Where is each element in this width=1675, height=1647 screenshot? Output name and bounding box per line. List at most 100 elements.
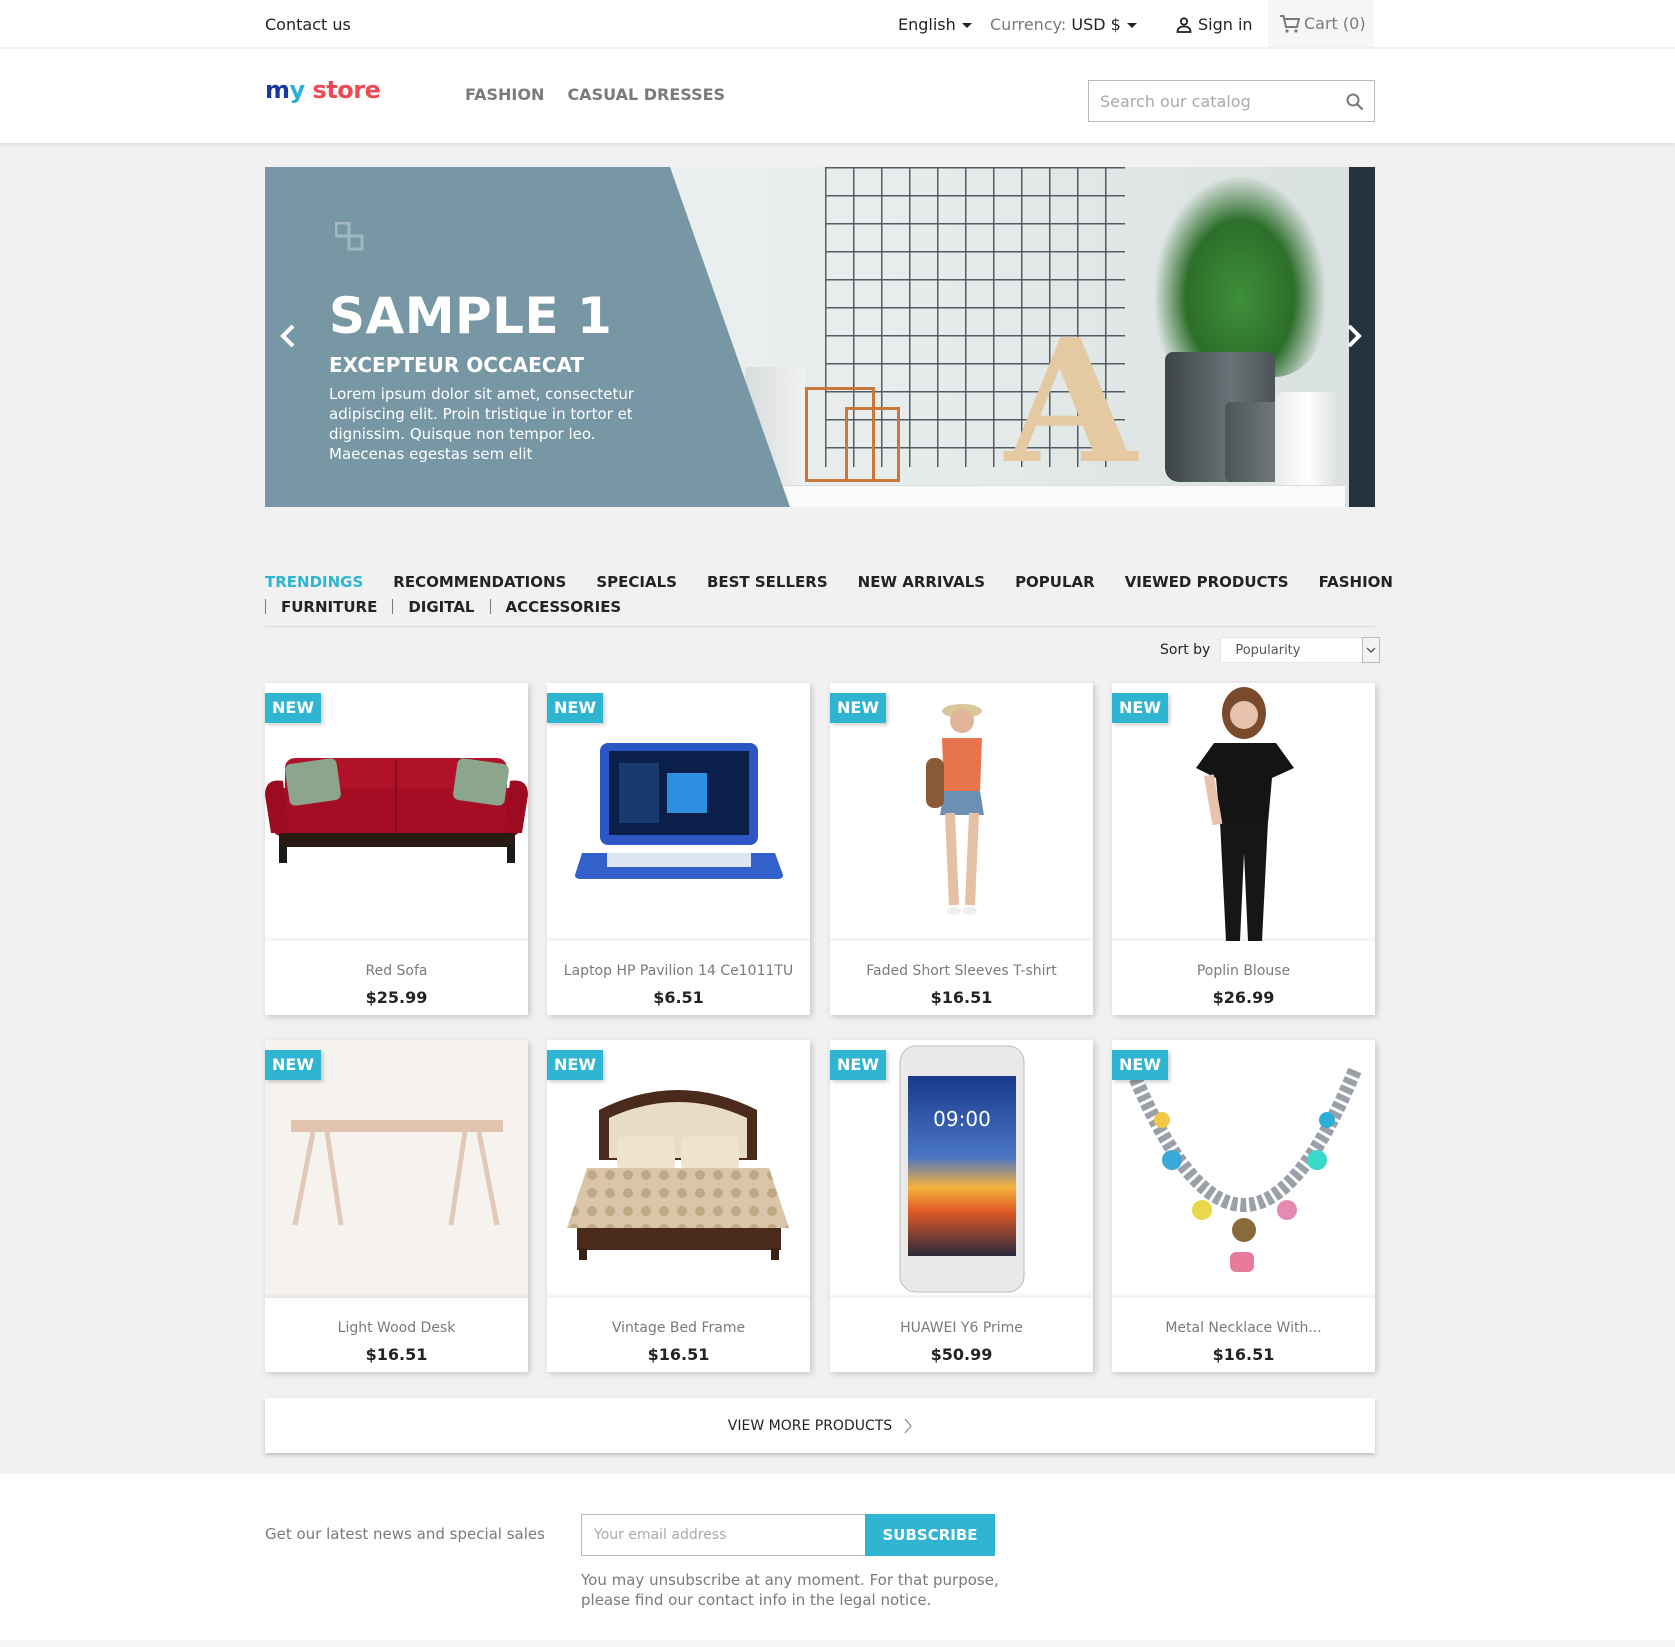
tabs-divider bbox=[265, 626, 1375, 627]
search-input[interactable] bbox=[1089, 81, 1329, 121]
banner-text: Lorem ipsum dolor sit amet, consectetur … bbox=[329, 385, 635, 463]
product-price: $25.99 bbox=[365, 988, 428, 1007]
product-card[interactable]: NEW Metal Necklace With... $16.51 bbox=[1112, 1040, 1375, 1372]
new-badge: NEW bbox=[547, 693, 603, 723]
new-badge: NEW bbox=[830, 1050, 886, 1080]
tab-trendings[interactable]: TRENDINGS bbox=[265, 573, 363, 591]
tab-fashion[interactable]: FASHION bbox=[1319, 573, 1393, 591]
product-name[interactable]: Poplin Blouse bbox=[1112, 963, 1375, 979]
contact-us-link[interactable]: Contact us bbox=[265, 15, 351, 34]
store-logo[interactable]: my store bbox=[265, 76, 381, 104]
phone-screen-time: 09:00 bbox=[933, 1107, 991, 1131]
chevron-down-icon[interactable] bbox=[1362, 637, 1381, 663]
tab-best-sellers[interactable]: BEST SELLERS bbox=[707, 573, 828, 591]
new-badge: NEW bbox=[1112, 693, 1168, 723]
tab-viewed-products[interactable]: VIEWED PRODUCTS bbox=[1125, 573, 1289, 591]
sort-label: Sort by bbox=[1160, 642, 1211, 658]
logo-part: m bbox=[265, 76, 290, 104]
main-menu: FASHION CASUAL DRESSES bbox=[465, 85, 743, 104]
sign-in-label: Sign in bbox=[1198, 15, 1253, 34]
newsletter-section: Get our latest news and special sales SU… bbox=[0, 1474, 1675, 1647]
product-name[interactable]: Laptop HP Pavilion 14 Ce1011TU bbox=[547, 963, 810, 979]
sort-select[interactable]: Popularity bbox=[1220, 637, 1381, 663]
tabs-row: TRENDINGS RECOMMENDATIONS SPECIALS BEST … bbox=[265, 569, 1393, 594]
tab-furniture[interactable]: FURNITURE bbox=[281, 598, 377, 616]
view-more-label: VIEW MORE PRODUCTS bbox=[727, 1417, 893, 1434]
product-price: $50.99 bbox=[930, 1345, 993, 1364]
product-price: $16.51 bbox=[365, 1345, 428, 1364]
chevron-left-icon[interactable] bbox=[279, 322, 297, 350]
product-price: $16.51 bbox=[647, 1345, 710, 1364]
sort-value: Popularity bbox=[1235, 643, 1301, 658]
tab-specials[interactable]: SPECIALS bbox=[596, 573, 677, 591]
product-card[interactable]: NEW Red Sofa $25.99 bbox=[265, 683, 528, 1015]
caret-down-icon bbox=[1126, 23, 1137, 28]
product-card[interactable]: NEW Poplin Blouse $26.99 bbox=[1112, 683, 1375, 1015]
tab-accessories[interactable]: ACCESSORIES bbox=[506, 598, 622, 616]
product-card[interactable]: NEW Light Wood Desk $16.51 bbox=[265, 1040, 528, 1372]
caret-down-icon bbox=[961, 23, 972, 28]
cart-button[interactable]: Cart (0) bbox=[1268, 0, 1374, 47]
shopping-cart-icon bbox=[1280, 15, 1301, 33]
new-badge: NEW bbox=[547, 1050, 603, 1080]
squares-icon bbox=[335, 222, 364, 251]
user-icon bbox=[1176, 17, 1192, 33]
subscribe-button[interactable]: SUBSCRIBE bbox=[865, 1514, 995, 1556]
product-card[interactable]: 09:00 NEW HUAWEI Y6 Prime $50.99 bbox=[830, 1040, 1093, 1372]
search-icon[interactable] bbox=[1346, 93, 1364, 111]
new-badge: NEW bbox=[265, 693, 321, 723]
product-name[interactable]: Metal Necklace With... bbox=[1112, 1320, 1375, 1336]
newsletter-lead: Get our latest news and special sales bbox=[265, 1525, 545, 1543]
product-price: $16.51 bbox=[930, 988, 993, 1007]
shelf-decor bbox=[745, 485, 1345, 507]
product-name[interactable]: Light Wood Desk bbox=[265, 1320, 528, 1336]
product-name[interactable]: Faded Short Sleeves T-shirt bbox=[830, 963, 1093, 979]
product-name[interactable]: Red Sofa bbox=[265, 963, 528, 979]
currency-label: Currency: bbox=[990, 15, 1067, 34]
currency-value: USD $ bbox=[1071, 15, 1121, 34]
site-header: my store FASHION CASUAL DRESSES bbox=[0, 49, 1675, 143]
currency-selector[interactable]: Currency: USD $ bbox=[990, 15, 1137, 34]
sign-in-link[interactable]: Sign in bbox=[1176, 15, 1253, 34]
tab-separator bbox=[392, 599, 394, 614]
tab-separator bbox=[489, 599, 491, 614]
new-badge: NEW bbox=[830, 693, 886, 723]
new-badge: NEW bbox=[265, 1050, 321, 1080]
footer-strip bbox=[0, 1640, 1675, 1647]
product-price: $16.51 bbox=[1212, 1345, 1275, 1364]
product-card[interactable]: NEW Faded Short Sleeves T-shirt $16.51 bbox=[830, 683, 1093, 1015]
banner-title: SAMPLE 1 bbox=[329, 287, 613, 345]
plant-decor bbox=[1155, 177, 1325, 377]
cart-label: Cart (0) bbox=[1304, 14, 1366, 33]
hero-carousel[interactable]: A SAMPLE 1 EXCEPTEUR OCCAECAT Lorem ipsu… bbox=[265, 167, 1375, 507]
candle-decor bbox=[1275, 392, 1340, 487]
product-card[interactable]: NEW Laptop HP Pavilion 14 Ce1011TU $6.51 bbox=[547, 683, 810, 1015]
chevron-right-icon[interactable] bbox=[1345, 322, 1363, 350]
product-card[interactable]: NEW Vintage Bed Frame $16.51 bbox=[547, 1040, 810, 1372]
chevron-right-icon bbox=[904, 1418, 912, 1433]
letter-a-decor: A bbox=[1005, 302, 1137, 502]
product-name[interactable]: HUAWEI Y6 Prime bbox=[830, 1320, 1093, 1336]
view-more-products-button[interactable]: VIEW MORE PRODUCTS bbox=[265, 1398, 1375, 1453]
language-value: English bbox=[898, 15, 956, 34]
menu-item-casual-dresses[interactable]: CASUAL DRESSES bbox=[567, 85, 725, 104]
product-tabs: TRENDINGS RECOMMENDATIONS SPECIALS BEST … bbox=[265, 569, 1393, 619]
product-name[interactable]: Vintage Bed Frame bbox=[547, 1320, 810, 1336]
new-badge: NEW bbox=[1112, 1050, 1168, 1080]
sort-control: Sort by Popularity bbox=[1160, 637, 1381, 663]
tab-recommendations[interactable]: RECOMMENDATIONS bbox=[393, 573, 566, 591]
lantern-decor bbox=[845, 407, 900, 482]
menu-item-fashion[interactable]: FASHION bbox=[465, 85, 544, 104]
tab-digital[interactable]: DIGITAL bbox=[408, 598, 474, 616]
product-price: $26.99 bbox=[1212, 988, 1275, 1007]
newsletter-email-input[interactable] bbox=[581, 1514, 866, 1556]
top-nav-bar: Contact us English Currency: USD $ Sign … bbox=[0, 0, 1675, 49]
language-selector[interactable]: English bbox=[898, 15, 972, 34]
tabs-row: FURNITURE DIGITAL ACCESSORIES bbox=[265, 594, 1375, 619]
search-box bbox=[1088, 80, 1375, 122]
product-price: $6.51 bbox=[653, 988, 704, 1007]
banner-subtitle: EXCEPTEUR OCCAECAT bbox=[329, 353, 585, 377]
tab-separator bbox=[265, 599, 266, 614]
tab-new-arrivals[interactable]: NEW ARRIVALS bbox=[858, 573, 985, 591]
tab-popular[interactable]: POPULAR bbox=[1015, 573, 1095, 591]
